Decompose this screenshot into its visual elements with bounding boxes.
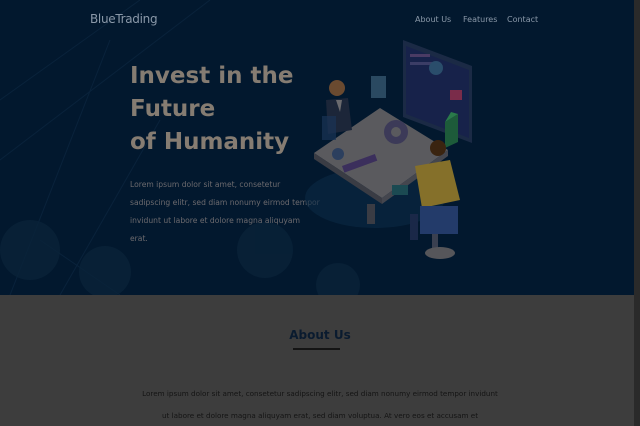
- scrollbar[interactable]: [634, 0, 640, 426]
- about-section: About Us Lorem ipsum dolor sit amet, con…: [0, 295, 640, 426]
- about-title: About Us: [289, 328, 351, 342]
- about-title-underline: [293, 348, 340, 350]
- hero-section: BlueTrading About Us Features Contact In…: [0, 0, 640, 295]
- logo[interactable]: BlueTrading: [90, 12, 158, 26]
- navbar: BlueTrading About Us Features Contact: [0, 0, 640, 40]
- about-description: Lorem ipsum dolor sit amet, consetetur s…: [142, 389, 498, 420]
- meeting-table-illustration-icon: [305, 40, 472, 259]
- nav-link-contact[interactable]: Contact: [507, 15, 538, 24]
- hero-description: Lorem ipsum dolor sit amet, consetetur s…: [130, 180, 320, 243]
- nav-link-about-us[interactable]: About Us: [415, 15, 451, 24]
- nav-link-features[interactable]: Features: [463, 15, 497, 24]
